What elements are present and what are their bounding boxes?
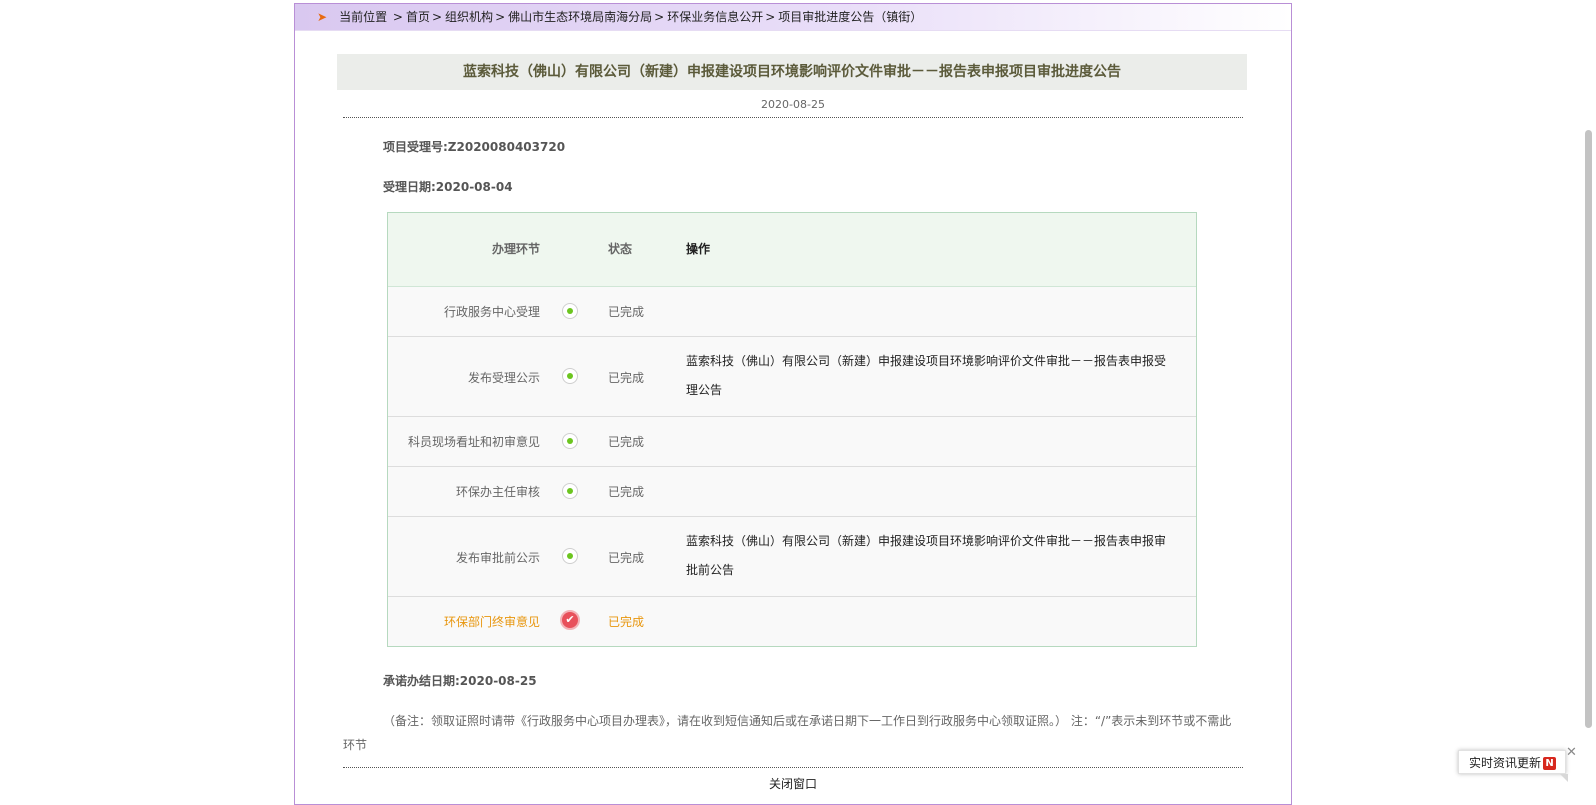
breadcrumb-link-bureau[interactable]: 佛山市生态环境局南海分局 <box>508 10 652 24</box>
content-window: ➤ 当前位置 > 首页 > 组织机构 > 佛山市生态环境局南海分局 > 环保业务信息公开 > 项目审… <box>294 3 1292 805</box>
pre-approval-notice-link[interactable]: 蓝索科技（佛山）有限公司（新建）申报建设项目环境影响评价文件审批－－报告表申报审… <box>686 527 1176 585</box>
step-done-icon <box>562 548 578 564</box>
remark-note: （备注：领取证照时请带《行政服务中心项目办理表》，请在收到短信通知后或在承诺日期… <box>343 714 1232 752</box>
step-label: 科员现场看址和初审意见 <box>407 435 540 449</box>
commit-date: 承诺办结日期:2020-08-25 <box>383 674 537 688</box>
breadcrumb: ➤ 当前位置 > 首页 > 组织机构 > 佛山市生态环境局南海分局 > 环保业务信息公开 > 项目审… <box>295 4 1291 31</box>
step-done-icon <box>562 483 578 499</box>
header-step: 办理环节 <box>491 242 540 256</box>
news-widget-label: 实时资讯更新 <box>1469 756 1542 770</box>
accept-notice-link[interactable]: 蓝索科技（佛山）有限公司（新建）申报建设项目环境影响评价文件审批－－报告表申报受… <box>686 347 1176 405</box>
breadcrumb-link-org[interactable]: 组织机构 <box>445 10 493 24</box>
status-label: 已完成 <box>608 551 645 565</box>
header-status: 状态 <box>608 242 633 256</box>
table-row: 环保部门终审意见 ✔ 已完成 <box>388 597 1196 646</box>
table-row: 发布审批前公示 已完成 蓝索科技（佛山）有限公司（新建）申报建设项目环境影响评价… <box>388 517 1196 597</box>
divider <box>343 117 1243 118</box>
status-label: 已完成 <box>608 485 645 499</box>
step-label: 发布审批前公示 <box>455 551 540 565</box>
step-label: 环保部门终审意见 <box>443 615 540 629</box>
table-row: 发布受理公示 已完成 蓝索科技（佛山）有限公司（新建）申报建设项目环境影响评价文… <box>388 337 1196 417</box>
step-label: 环保办主任审核 <box>455 485 540 499</box>
scrollbar-thumb[interactable] <box>1585 130 1592 728</box>
status-label: 已完成 <box>608 615 645 629</box>
accept-date: 受理日期:2020-08-04 <box>383 180 513 194</box>
table-row: 行政服务中心受理 已完成 <box>388 287 1196 337</box>
status-label: 已完成 <box>608 371 645 385</box>
table-row: 科员现场看址和初审意见 已完成 <box>388 417 1196 467</box>
step-done-icon <box>562 368 578 384</box>
news-update-widget[interactable]: 实时资讯更新 N <box>1458 750 1566 774</box>
status-label: 已完成 <box>608 305 645 319</box>
widget-tail <box>1560 774 1568 782</box>
table-header: 办理环节 状态 操作 <box>388 213 1196 287</box>
divider <box>343 767 1243 768</box>
status-label: 已完成 <box>608 435 645 449</box>
check-circle-icon: ✔ <box>560 610 580 630</box>
step-label: 行政服务中心受理 <box>443 305 540 319</box>
header-op: 操作 <box>686 242 711 256</box>
progress-table: 办理环节 状态 操作 行政服务中心受理 已完成 发布受理公示 已完成 蓝索科技（… <box>387 212 1197 647</box>
breadcrumb-link-info[interactable]: 环保业务信息公开 <box>667 10 763 24</box>
breadcrumb-prefix: 当前位置 <box>339 10 388 24</box>
breadcrumb-link-progress[interactable]: 项目审批进度公告（镇街） <box>778 10 922 24</box>
table-row: 环保办主任审核 已完成 <box>388 467 1196 517</box>
page-title: 蓝索科技（佛山）有限公司（新建）申报建设项目环境影响评价文件审批－－报告表申报项… <box>337 54 1247 90</box>
publish-date: 2020-08-25 <box>761 98 825 111</box>
news-badge-icon: N <box>1543 757 1557 770</box>
breadcrumb-link-home[interactable]: 首页 <box>406 10 430 24</box>
step-done-icon <box>562 303 578 319</box>
step-label: 发布受理公示 <box>467 371 540 385</box>
arrow-right-icon: ➤ <box>317 10 328 24</box>
close-window-link[interactable]: 关闭窗口 <box>295 775 1291 792</box>
project-number: 项目受理号:Z2020080403720 <box>383 140 566 154</box>
step-done-icon <box>562 433 578 449</box>
close-icon[interactable]: ✕ <box>1566 745 1577 760</box>
